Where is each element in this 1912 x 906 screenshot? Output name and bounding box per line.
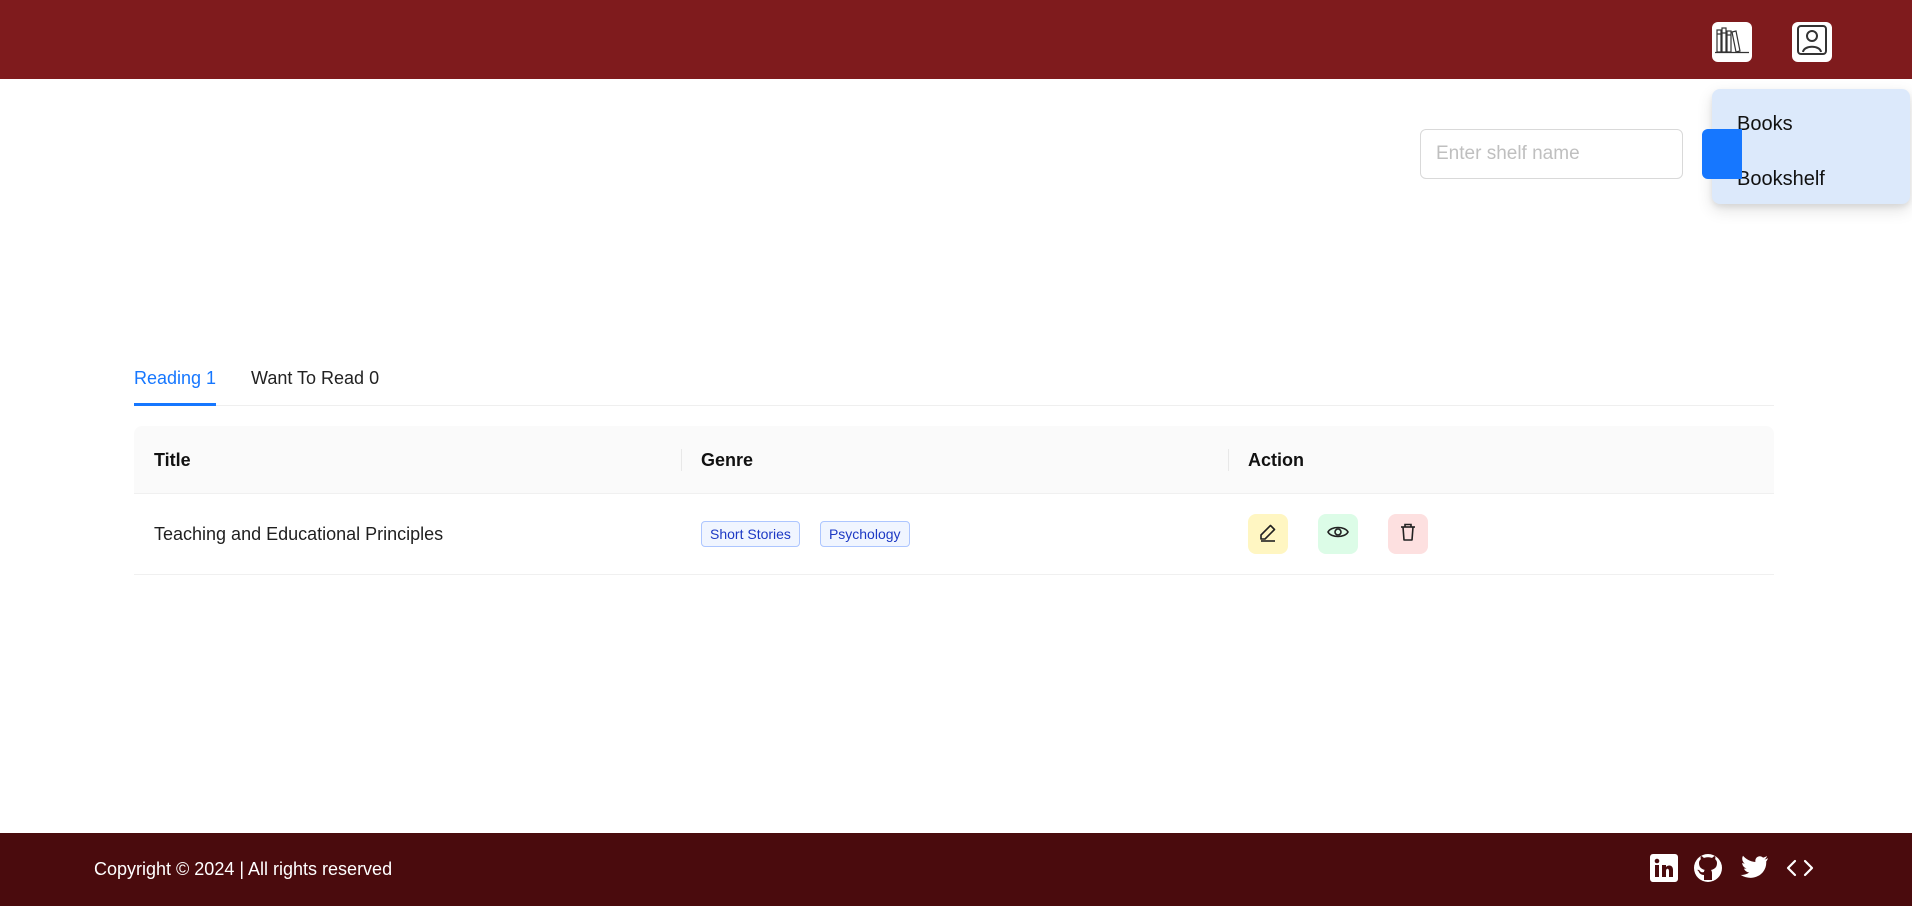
delete-button[interactable]: [1388, 514, 1428, 554]
github-link[interactable]: [1693, 853, 1723, 888]
books-nav-button[interactable]: [1712, 22, 1752, 62]
user-profile-button[interactable]: [1792, 22, 1832, 62]
shelf-tabs: Reading 1 Want To Read 0: [134, 356, 1774, 406]
book-title-cell: Teaching and Educational Principles: [134, 494, 681, 574]
top-navbar: [0, 0, 1912, 79]
action-cell: [1228, 494, 1774, 574]
view-button[interactable]: [1318, 514, 1358, 554]
tab-reading[interactable]: Reading 1: [134, 368, 217, 406]
view-icon: [1327, 523, 1349, 546]
linkedin-link[interactable]: [1649, 853, 1679, 888]
github-icon: [1693, 853, 1723, 888]
add-shelf-button[interactable]: [1702, 129, 1742, 179]
genre-tag: Short Stories: [701, 521, 800, 547]
footer: Copyright © 2024 | All rights reserved: [0, 833, 1912, 906]
genre-cell: Short Stories Psychology: [681, 494, 1228, 574]
twitter-icon: [1739, 855, 1769, 886]
delete-icon: [1398, 522, 1418, 547]
user-profile-icon: [1795, 23, 1829, 62]
column-header-title: Title: [154, 450, 191, 470]
column-header-genre: Genre: [681, 426, 1228, 494]
books-table: Title Genre Action Teaching and Educatio…: [134, 426, 1774, 575]
shelf-name-input[interactable]: [1420, 129, 1683, 179]
edit-icon: [1258, 522, 1278, 547]
column-header-action: Action: [1228, 426, 1774, 494]
book-title: Teaching and Educational Principles: [154, 523, 444, 544]
tab-want-to-read[interactable]: Want To Read 0: [251, 368, 379, 403]
code-icon: [1786, 857, 1814, 884]
table-header: Title Genre Action: [134, 426, 1774, 494]
copyright-text: Copyright © 2024 | All rights reserved: [94, 859, 393, 879]
code-link[interactable]: [1785, 855, 1815, 885]
genre-tag: Psychology: [819, 521, 910, 547]
table-row: Teaching and Educational Principles Shor…: [134, 494, 1774, 575]
twitter-link[interactable]: [1739, 855, 1769, 885]
edit-button[interactable]: [1248, 514, 1288, 554]
books-icon: [1714, 24, 1750, 61]
linkedin-icon: [1649, 853, 1679, 888]
